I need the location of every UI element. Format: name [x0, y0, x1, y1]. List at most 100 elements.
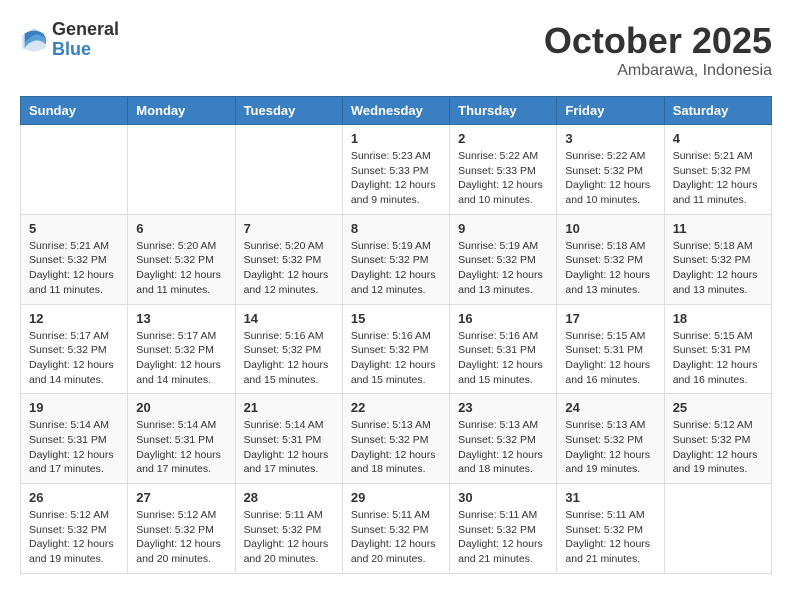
calendar-cell: 26 Sunrise: 5:12 AMSunset: 5:32 PMDayligh… [21, 484, 128, 574]
header-tuesday: Tuesday [235, 97, 342, 125]
calendar-cell: 1 Sunrise: 5:23 AMSunset: 5:33 PMDaylight… [342, 125, 449, 215]
day-number: 23 [458, 400, 548, 415]
calendar-cell [664, 484, 771, 574]
calendar-cell: 18 Sunrise: 5:15 AMSunset: 5:31 PMDayligh… [664, 304, 771, 394]
calendar-cell: 10 Sunrise: 5:18 AMSunset: 5:32 PMDayligh… [557, 214, 664, 304]
day-number: 8 [351, 221, 441, 236]
day-info: Sunrise: 5:22 AMSunset: 5:33 PMDaylight:… [458, 149, 548, 208]
day-info: Sunrise: 5:16 AMSunset: 5:32 PMDaylight:… [244, 329, 334, 388]
calendar-cell: 22 Sunrise: 5:13 AMSunset: 5:32 PMDayligh… [342, 394, 449, 484]
day-info: Sunrise: 5:22 AMSunset: 5:32 PMDaylight:… [565, 149, 655, 208]
calendar-cell: 30 Sunrise: 5:11 AMSunset: 5:32 PMDayligh… [450, 484, 557, 574]
day-number: 2 [458, 131, 548, 146]
day-number: 12 [29, 311, 119, 326]
day-info: Sunrise: 5:20 AMSunset: 5:32 PMDaylight:… [136, 239, 226, 298]
day-info: Sunrise: 5:13 AMSunset: 5:32 PMDaylight:… [458, 418, 548, 477]
calendar-cell: 2 Sunrise: 5:22 AMSunset: 5:33 PMDaylight… [450, 125, 557, 215]
calendar-table: Sunday Monday Tuesday Wednesday Thursday… [20, 96, 772, 574]
day-number: 14 [244, 311, 334, 326]
calendar-week-1: 1 Sunrise: 5:23 AMSunset: 5:33 PMDaylight… [21, 125, 772, 215]
calendar-week-2: 5Sunrise: 5:21 AMSunset: 5:32 PMDaylight… [21, 214, 772, 304]
day-info: Sunrise: 5:19 AMSunset: 5:32 PMDaylight:… [351, 239, 441, 298]
day-number: 3 [565, 131, 655, 146]
calendar-cell [21, 125, 128, 215]
logo-icon [20, 26, 48, 54]
calendar-cell: 4Sunrise: 5:21 AMSunset: 5:32 PMDaylight… [664, 125, 771, 215]
day-number: 4 [673, 131, 763, 146]
day-number: 16 [458, 311, 548, 326]
day-number: 9 [458, 221, 548, 236]
day-number: 17 [565, 311, 655, 326]
calendar-cell: 24Sunrise: 5:13 AMSunset: 5:32 PMDayligh… [557, 394, 664, 484]
day-number: 18 [673, 311, 763, 326]
day-number: 20 [136, 400, 226, 415]
calendar-cell: 27Sunrise: 5:12 AMSunset: 5:32 PMDayligh… [128, 484, 235, 574]
calendar-cell: 5Sunrise: 5:21 AMSunset: 5:32 PMDaylight… [21, 214, 128, 304]
day-number: 25 [673, 400, 763, 415]
calendar-cell: 31 Sunrise: 5:11 AMSunset: 5:32 PMDayligh… [557, 484, 664, 574]
day-info: Sunrise: 5:18 AMSunset: 5:32 PMDaylight:… [565, 239, 655, 298]
day-number: 30 [458, 490, 548, 505]
day-number: 10 [565, 221, 655, 236]
day-info: Sunrise: 5:12 AMSunset: 5:32 PMDaylight:… [136, 508, 226, 567]
day-info: Sunrise: 5:15 AMSunset: 5:31 PMDaylight:… [673, 329, 763, 388]
day-number: 19 [29, 400, 119, 415]
calendar-cell: 14 Sunrise: 5:16 AMSunset: 5:32 PMDayligh… [235, 304, 342, 394]
calendar-cell: 11Sunrise: 5:18 AMSunset: 5:32 PMDayligh… [664, 214, 771, 304]
day-number: 15 [351, 311, 441, 326]
calendar-week-5: 26 Sunrise: 5:12 AMSunset: 5:32 PMDayligh… [21, 484, 772, 574]
day-number: 1 [351, 131, 441, 146]
day-info: Sunrise: 5:12 AMSunset: 5:32 PMDaylight:… [29, 508, 119, 567]
calendar-cell: 7 Sunrise: 5:20 AMSunset: 5:32 PMDaylight… [235, 214, 342, 304]
day-info: Sunrise: 5:14 AMSunset: 5:31 PMDaylight:… [244, 418, 334, 477]
header-saturday: Saturday [664, 97, 771, 125]
day-number: 7 [244, 221, 334, 236]
calendar-cell: 6 Sunrise: 5:20 AMSunset: 5:32 PMDaylight… [128, 214, 235, 304]
day-number: 6 [136, 221, 226, 236]
header-row: Sunday Monday Tuesday Wednesday Thursday… [21, 97, 772, 125]
day-info: Sunrise: 5:17 AMSunset: 5:32 PMDaylight:… [136, 329, 226, 388]
header-wednesday: Wednesday [342, 97, 449, 125]
day-info: Sunrise: 5:12 AMSunset: 5:32 PMDaylight:… [673, 418, 763, 477]
calendar-week-4: 19 Sunrise: 5:14 AMSunset: 5:31 PMDayligh… [21, 394, 772, 484]
calendar-cell: 12Sunrise: 5:17 AMSunset: 5:32 PMDayligh… [21, 304, 128, 394]
calendar-cell: 25 Sunrise: 5:12 AMSunset: 5:32 PMDayligh… [664, 394, 771, 484]
day-info: Sunrise: 5:14 AMSunset: 5:31 PMDaylight:… [136, 418, 226, 477]
day-info: Sunrise: 5:19 AMSunset: 5:32 PMDaylight:… [458, 239, 548, 298]
month-title: October 2025 [544, 20, 772, 62]
calendar-cell: 28 Sunrise: 5:11 AMSunset: 5:32 PMDayligh… [235, 484, 342, 574]
day-info: Sunrise: 5:16 AMSunset: 5:31 PMDaylight:… [458, 329, 548, 388]
logo-general-text: General [52, 20, 119, 40]
day-info: Sunrise: 5:11 AMSunset: 5:32 PMDaylight:… [565, 508, 655, 567]
day-number: 11 [673, 221, 763, 236]
day-info: Sunrise: 5:13 AMSunset: 5:32 PMDaylight:… [565, 418, 655, 477]
day-info: Sunrise: 5:21 AMSunset: 5:32 PMDaylight:… [29, 239, 119, 298]
calendar-cell: 29Sunrise: 5:11 AMSunset: 5:32 PMDayligh… [342, 484, 449, 574]
header-thursday: Thursday [450, 97, 557, 125]
calendar-header: Sunday Monday Tuesday Wednesday Thursday… [21, 97, 772, 125]
calendar-cell: 17 Sunrise: 5:15 AMSunset: 5:31 PMDayligh… [557, 304, 664, 394]
logo-blue-text: Blue [52, 40, 119, 60]
day-info: Sunrise: 5:14 AMSunset: 5:31 PMDaylight:… [29, 418, 119, 477]
calendar-cell: 20 Sunrise: 5:14 AMSunset: 5:31 PMDayligh… [128, 394, 235, 484]
day-info: Sunrise: 5:11 AMSunset: 5:32 PMDaylight:… [458, 508, 548, 567]
calendar-body: 1 Sunrise: 5:23 AMSunset: 5:33 PMDaylight… [21, 125, 772, 574]
calendar-cell [235, 125, 342, 215]
calendar-cell: 8 Sunrise: 5:19 AMSunset: 5:32 PMDaylight… [342, 214, 449, 304]
day-number: 29 [351, 490, 441, 505]
day-number: 22 [351, 400, 441, 415]
day-info: Sunrise: 5:23 AMSunset: 5:33 PMDaylight:… [351, 149, 441, 208]
day-info: Sunrise: 5:13 AMSunset: 5:32 PMDaylight:… [351, 418, 441, 477]
day-info: Sunrise: 5:11 AMSunset: 5:32 PMDaylight:… [244, 508, 334, 567]
calendar-cell: 23 Sunrise: 5:13 AMSunset: 5:32 PMDayligh… [450, 394, 557, 484]
day-info: Sunrise: 5:20 AMSunset: 5:32 PMDaylight:… [244, 239, 334, 298]
calendar-cell: 19 Sunrise: 5:14 AMSunset: 5:31 PMDayligh… [21, 394, 128, 484]
calendar-cell: 15Sunrise: 5:16 AMSunset: 5:32 PMDayligh… [342, 304, 449, 394]
page-header: General Blue October 2025 Ambarawa, Indo… [20, 20, 772, 80]
day-number: 26 [29, 490, 119, 505]
calendar-cell: 9 Sunrise: 5:19 AMSunset: 5:32 PMDaylight… [450, 214, 557, 304]
day-number: 28 [244, 490, 334, 505]
day-info: Sunrise: 5:15 AMSunset: 5:31 PMDaylight:… [565, 329, 655, 388]
day-number: 31 [565, 490, 655, 505]
calendar-cell: 3 Sunrise: 5:22 AMSunset: 5:32 PMDaylight… [557, 125, 664, 215]
